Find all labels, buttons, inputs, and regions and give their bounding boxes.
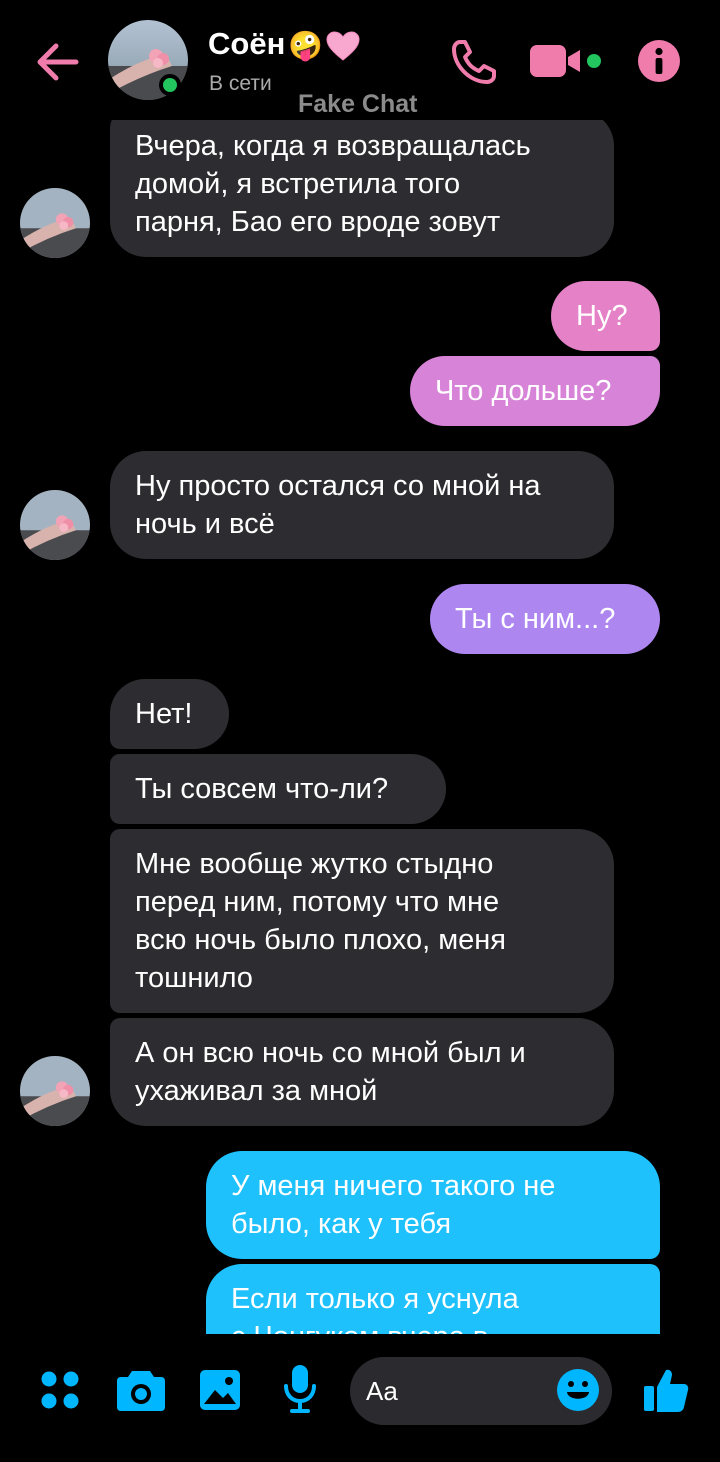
zany-face-emoji: 🤪	[288, 30, 324, 62]
message-text-line: Если только я уснула	[231, 1283, 519, 1315]
incoming-message[interactable]: Вчера, когда я возвращалась домой, я встр…	[110, 120, 614, 257]
info-icon[interactable]	[637, 39, 681, 83]
outgoing-message[interactable]: Что дольше?	[410, 356, 660, 426]
message-text-line: А он всю ночь со мной был и	[135, 1037, 526, 1069]
message-text-line: тошнило	[135, 962, 253, 994]
phone-call-icon[interactable]	[450, 38, 498, 86]
presence-status: В сети	[209, 72, 272, 95]
outgoing-message[interactable]: У меня ничего такого не было, как у тебя	[206, 1151, 660, 1259]
incoming-message[interactable]: А он всю ночь со мной был и ухаживал за м…	[110, 1018, 614, 1126]
contact-name[interactable]: Соён 🤪	[208, 26, 361, 62]
incoming-message[interactable]: Ты совсем что-ли?	[110, 754, 446, 824]
incoming-message[interactable]: Ну просто остался со мной на ночь и всё	[110, 451, 614, 559]
message-list[interactable]: Вчера, когда я возвращалась домой, я встр…	[0, 120, 720, 1334]
message-text-line: Ну?	[576, 300, 628, 332]
message-text-line: перед ним, потому что мне	[135, 886, 500, 918]
contact-avatar-small[interactable]	[20, 188, 90, 258]
outgoing-message[interactable]: Ты с ним...?	[430, 584, 660, 654]
message-text-line: с Чонгуком вчера в	[231, 1318, 635, 1334]
mic-icon[interactable]	[283, 1364, 317, 1414]
message-input-placeholder: Aa	[366, 1376, 398, 1406]
message-text-line: Вчера, когда я возвращалась	[135, 130, 531, 162]
message-text-line: домой, я встретила того	[135, 168, 461, 200]
message-text-line: Мне вообще жутко стыдно	[135, 848, 494, 880]
message-text-line: Ты совсем что-ли?	[135, 773, 389, 805]
image-icon[interactable]	[200, 1370, 240, 1410]
message-text-line: Что дольше?	[435, 375, 612, 407]
camera-icon[interactable]	[116, 1368, 166, 1412]
message-text-line: Ну просто остался со мной на	[135, 470, 541, 502]
incoming-message[interactable]: Нет!	[110, 679, 229, 749]
contact-avatar-small[interactable]	[20, 1056, 90, 1126]
message-text-line: У меня ничего такого не	[231, 1170, 556, 1202]
message-text-line: Нет!	[135, 698, 193, 730]
message-text-line: Ты с ним...?	[455, 603, 616, 635]
message-text-line: парня, Бао его вроде зовут	[135, 206, 501, 238]
message-text-line: ухаживал за мной	[135, 1075, 378, 1107]
video-call-icon[interactable]	[530, 42, 604, 80]
back-arrow-icon[interactable]	[30, 38, 82, 86]
outgoing-message[interactable]: Если только я уснула с Чонгуком вчера в	[206, 1264, 660, 1334]
contact-avatar-small[interactable]	[20, 490, 90, 560]
message-text-line: ночь и всё	[135, 508, 275, 540]
message-text-line: было, как у тебя	[231, 1208, 452, 1240]
thumbs-up-icon[interactable]	[642, 1366, 690, 1414]
incoming-message[interactable]: Мне вообще жутко стыдно перед ним, потому…	[110, 829, 614, 1013]
emoji-icon[interactable]	[556, 1368, 600, 1412]
online-indicator	[159, 74, 181, 96]
apps-icon[interactable]	[40, 1370, 80, 1410]
message-text-line: всю ночь было плохо, меня	[135, 924, 507, 956]
outgoing-message[interactable]: Ну?	[551, 281, 660, 351]
pink-heart-icon	[326, 31, 360, 61]
watermark: Fake Chat	[298, 90, 418, 118]
